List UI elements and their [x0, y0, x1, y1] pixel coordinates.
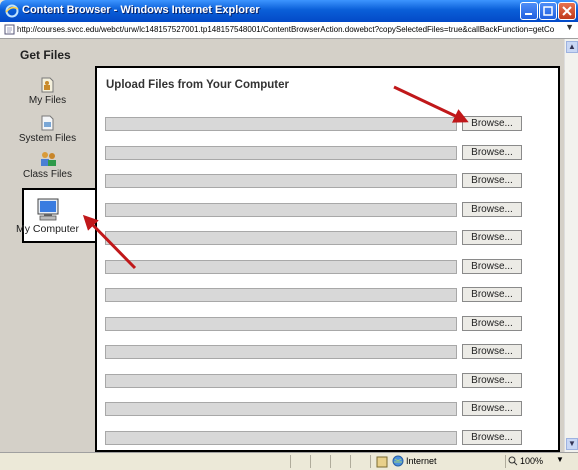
security-zone[interactable]: Internet — [406, 456, 437, 466]
browse-button[interactable]: Browse... — [462, 401, 522, 416]
globe-icon — [392, 455, 404, 467]
file-path-input[interactable] — [105, 317, 457, 331]
sidebar-item-class-files[interactable]: Class Files — [0, 150, 95, 180]
file-path-input[interactable] — [105, 203, 457, 217]
browse-button[interactable]: Browse... — [462, 202, 522, 217]
title-bar: Content Browser - Windows Internet Explo… — [0, 0, 578, 22]
sidebar-item-label: System Files — [18, 133, 77, 144]
close-icon — [562, 6, 572, 16]
address-url[interactable]: http://courses.svcc.edu/webct/urw/lc1481… — [17, 24, 562, 36]
maximize-icon — [543, 6, 553, 16]
file-path-input[interactable] — [105, 231, 457, 245]
file-path-input[interactable] — [105, 260, 457, 274]
protected-mode-icon — [376, 456, 388, 468]
status-bar: Internet 100% ▼ — [0, 452, 578, 470]
minimize-icon — [525, 13, 532, 15]
file-path-input[interactable] — [105, 146, 457, 160]
scroll-up-icon[interactable]: ▲ — [566, 41, 578, 53]
file-path-input[interactable] — [105, 288, 457, 302]
browse-button[interactable]: Browse... — [462, 145, 522, 160]
browse-button[interactable]: Browse... — [462, 316, 522, 331]
maximize-button[interactable] — [539, 2, 557, 20]
sidebar-item-system-files[interactable]: System Files — [0, 114, 95, 144]
page-icon — [4, 24, 15, 35]
sidebar-item-my-files[interactable]: My Files — [0, 76, 95, 106]
browse-button[interactable]: Browse... — [462, 230, 522, 245]
sidebar-item-my-computer[interactable]: My Computer — [0, 198, 95, 235]
browse-button[interactable]: Browse... — [462, 344, 522, 359]
system-files-icon — [41, 115, 53, 131]
internet-explorer-icon — [5, 4, 19, 18]
browse-button[interactable]: Browse... — [462, 259, 522, 274]
file-path-input[interactable] — [105, 117, 457, 131]
browse-button[interactable]: Browse... — [462, 116, 522, 131]
file-path-input[interactable] — [105, 174, 457, 188]
browse-button[interactable]: Browse... — [462, 173, 522, 188]
file-path-input[interactable] — [105, 402, 457, 416]
minimize-button[interactable] — [520, 2, 538, 20]
vertical-scrollbar[interactable]: ▲ ▼ — [564, 39, 578, 452]
sidebar-item-label: My Files — [28, 95, 67, 106]
zoom-dropdown-icon[interactable]: ▼ — [556, 455, 564, 464]
zoom-level[interactable]: 100% — [520, 456, 543, 466]
browse-button[interactable]: Browse... — [462, 373, 522, 388]
my-files-icon — [41, 77, 53, 93]
file-path-input[interactable] — [105, 374, 457, 388]
class-files-icon — [40, 152, 56, 166]
address-dropdown-icon[interactable]: ▼ — [565, 22, 574, 32]
file-path-input[interactable] — [105, 345, 457, 359]
sidebar-item-label: Class Files — [23, 169, 72, 180]
computer-icon — [37, 198, 58, 221]
window-title: Content Browser - Windows Internet Explo… — [22, 4, 260, 16]
zoom-icon — [508, 456, 518, 466]
file-path-input[interactable] — [105, 431, 457, 445]
browse-button[interactable]: Browse... — [462, 287, 522, 302]
upload-title: Upload Files from Your Computer — [106, 79, 289, 91]
scroll-down-icon[interactable]: ▼ — [566, 438, 578, 450]
browse-button[interactable]: Browse... — [462, 430, 522, 445]
address-bar[interactable]: http://courses.svcc.edu/webct/urw/lc1481… — [0, 22, 578, 39]
sidebar-title: Get Files — [20, 48, 71, 62]
close-button[interactable] — [558, 2, 576, 20]
sidebar-item-label: My Computer — [15, 223, 79, 235]
